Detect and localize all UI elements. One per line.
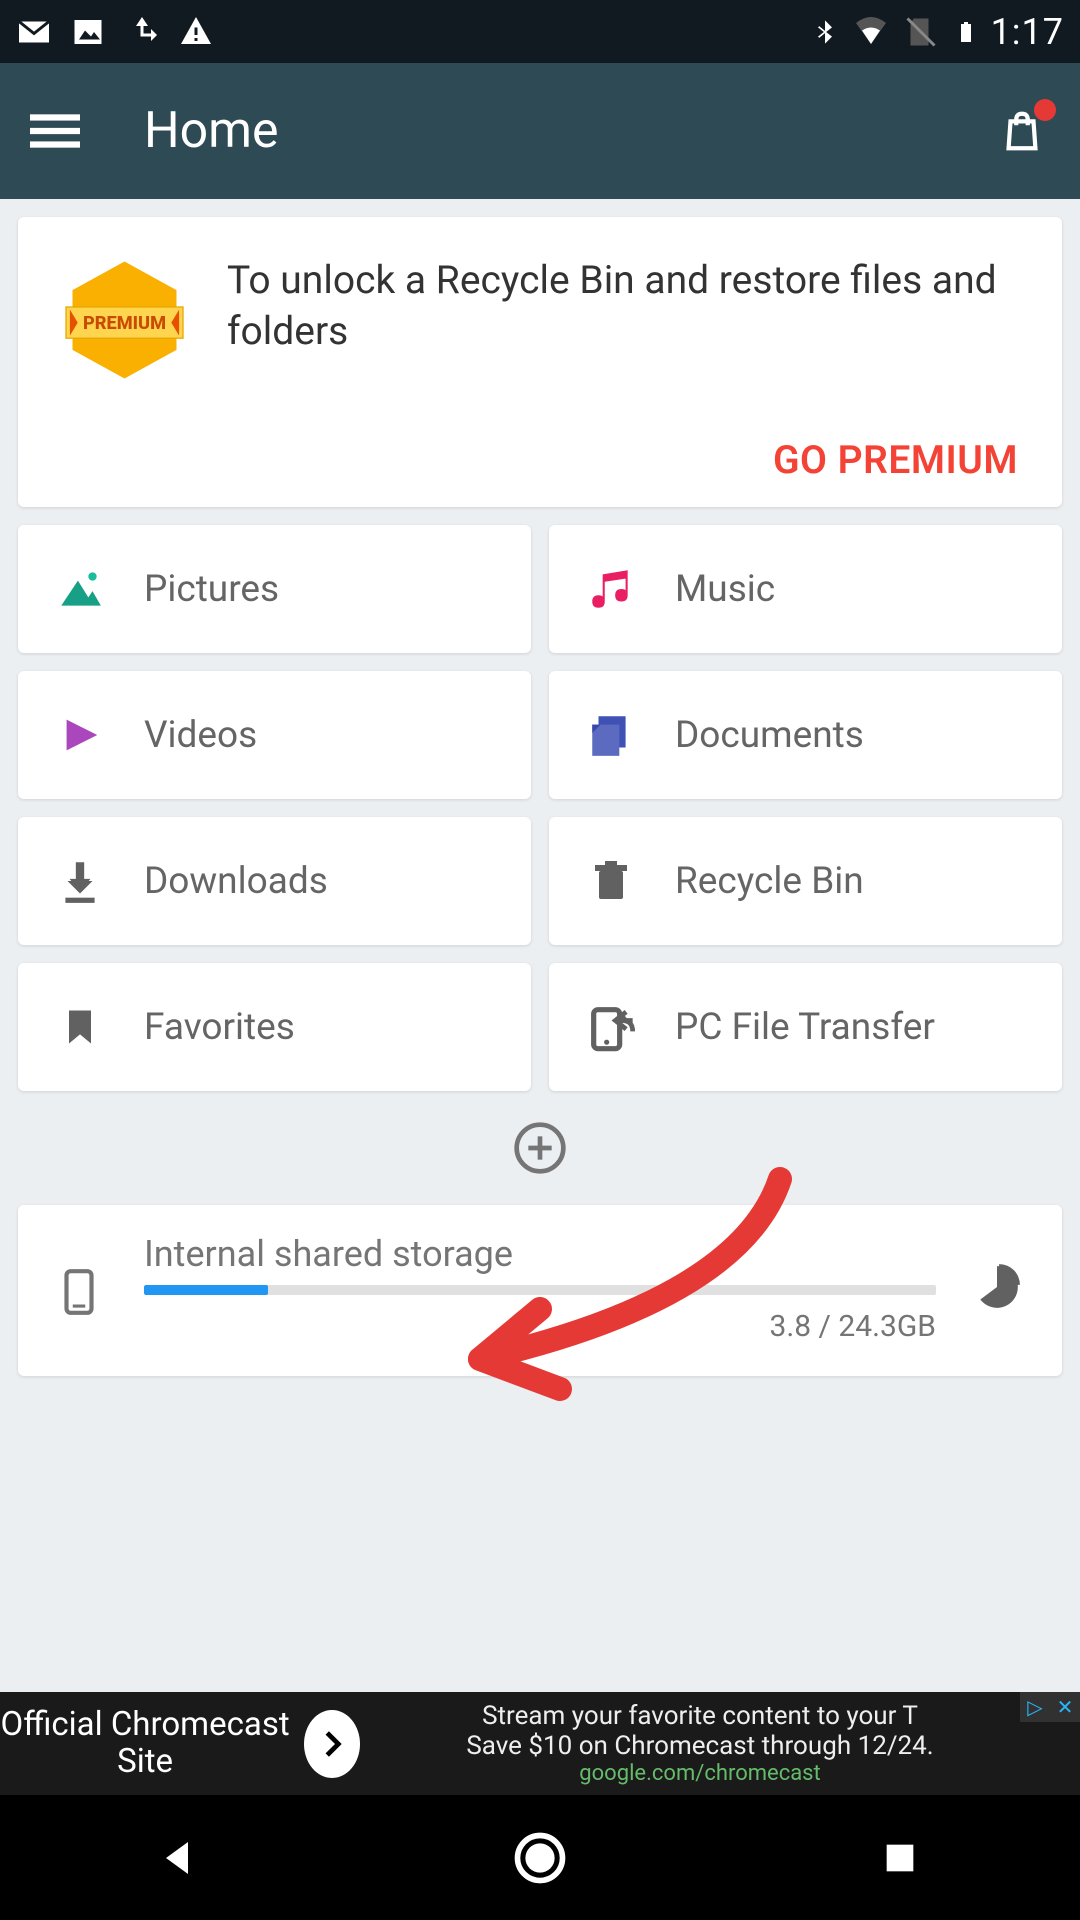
menu-button[interactable]: [30, 106, 80, 156]
ad-link: google.com/chromecast: [579, 1761, 820, 1786]
storage-amount: 3.8 / 24.3GB: [769, 1309, 936, 1344]
documents-icon: [583, 707, 639, 763]
tile-pc-transfer[interactable]: PC File Transfer: [549, 963, 1062, 1091]
tile-label: Recycle Bin: [675, 860, 864, 903]
tile-pictures[interactable]: Pictures: [18, 525, 531, 653]
tile-downloads[interactable]: Downloads: [18, 817, 531, 945]
warning-icon: [178, 14, 214, 50]
home-icon: [513, 1831, 567, 1885]
notification-dot: [1034, 99, 1056, 121]
battery-icon: [953, 14, 977, 50]
bookmark-icon: [52, 999, 108, 1055]
hamburger-icon: [30, 106, 80, 156]
bluetooth-icon: [811, 14, 839, 50]
analyze-button[interactable]: [972, 1262, 1026, 1316]
home-button[interactable]: [510, 1828, 570, 1888]
ad-line-2: Save $10 on Chromecast through 12/24.: [466, 1731, 933, 1761]
tile-label: Music: [675, 568, 775, 611]
videos-icon: [52, 707, 108, 763]
plus-circle-icon: [512, 1120, 568, 1176]
ad-arrow-button[interactable]: [304, 1710, 360, 1778]
tile-label: Documents: [675, 714, 864, 757]
shop-button[interactable]: [994, 103, 1050, 159]
tile-label: PC File Transfer: [675, 1006, 935, 1049]
tile-label: Downloads: [144, 860, 328, 903]
add-location-button[interactable]: [512, 1120, 568, 1176]
trash-icon: [583, 853, 639, 909]
tile-music[interactable]: Music: [549, 525, 1062, 653]
storage-card[interactable]: Internal shared storage 3.8 / 24.3GB: [18, 1205, 1062, 1376]
system-nav-bar: [0, 1795, 1080, 1920]
tile-label: Videos: [144, 714, 257, 757]
back-button[interactable]: [150, 1828, 210, 1888]
adchoices-icon[interactable]: ▷: [1020, 1692, 1050, 1722]
ad-close-icon[interactable]: ✕: [1050, 1692, 1080, 1722]
no-sim-icon: [903, 14, 939, 50]
ad-line-1: Stream your favorite content to your T: [482, 1701, 918, 1731]
go-premium-button[interactable]: GO PREMIUM: [773, 437, 1018, 483]
square-icon: [880, 1838, 920, 1878]
downloads-icon: [52, 853, 108, 909]
tile-favorites[interactable]: Favorites: [18, 963, 531, 1091]
music-icon: [583, 561, 639, 617]
phone-icon: [54, 1262, 108, 1316]
tile-label: Favorites: [144, 1006, 295, 1049]
pie-chart-icon: [972, 1262, 1022, 1312]
image-icon: [70, 14, 106, 50]
pictures-icon: [52, 561, 108, 617]
premium-badge-icon: PREMIUM: [52, 255, 197, 385]
storage-title: Internal shared storage: [144, 1233, 936, 1275]
storage-progress-bar: [144, 1285, 936, 1295]
clock-text: 1:17: [991, 11, 1064, 53]
gmail-icon: [16, 14, 52, 50]
ad-banner[interactable]: Official Chromecast Site Stream your fav…: [0, 1692, 1080, 1795]
ad-headline: Official Chromecast Site: [0, 1707, 290, 1780]
recents-button[interactable]: [870, 1828, 930, 1888]
premium-message: To unlock a Recycle Bin and restore file…: [227, 255, 1028, 356]
status-bar: 1:17: [0, 0, 1080, 63]
premium-card: PREMIUM To unlock a Recycle Bin and rest…: [18, 217, 1062, 507]
app-bar: Home: [0, 63, 1080, 199]
sync-icon: [124, 14, 160, 50]
tile-recycle-bin[interactable]: Recycle Bin: [549, 817, 1062, 945]
transfer-icon: [583, 999, 639, 1055]
page-title: Home: [144, 102, 279, 160]
tile-label: Pictures: [144, 568, 279, 611]
chevron-right-icon: [313, 1725, 351, 1763]
back-icon: [156, 1834, 204, 1882]
wifi-icon: [853, 14, 889, 50]
tile-documents[interactable]: Documents: [549, 671, 1062, 799]
svg-text:PREMIUM: PREMIUM: [83, 313, 166, 334]
tile-videos[interactable]: Videos: [18, 671, 531, 799]
